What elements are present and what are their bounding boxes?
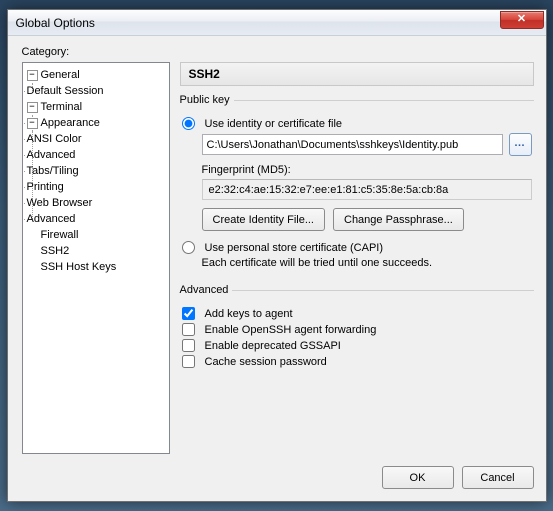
- advanced-group: Advanced Add keys to agent Enable OpenSS…: [180, 284, 534, 373]
- advanced-legend: Advanced: [180, 284, 233, 296]
- category-tree[interactable]: − General Default Session − Terminal: [22, 62, 170, 454]
- tree-item-ssh2[interactable]: SSH2: [27, 243, 167, 259]
- use-identity-radio[interactable]: [182, 117, 195, 130]
- tree-item-general[interactable]: − General: [27, 67, 167, 83]
- identity-path-input[interactable]: [202, 134, 503, 155]
- cache-pw-label: Cache session password: [205, 356, 327, 368]
- tree-item-default-session[interactable]: Default Session: [27, 83, 167, 99]
- tree-item-ansi-color[interactable]: ANSI Color: [27, 131, 167, 147]
- close-icon: ✕: [517, 13, 526, 25]
- publickey-group: Public key Use identity or certificate f…: [180, 94, 534, 274]
- tree-item-firewall[interactable]: Firewall: [27, 227, 167, 243]
- openssh-fwd-checkbox[interactable]: [182, 323, 195, 336]
- close-button[interactable]: ✕: [500, 11, 544, 29]
- publickey-legend: Public key: [180, 94, 234, 106]
- tree-item-terminal[interactable]: − Terminal: [27, 99, 167, 115]
- dialog-content: Category: − General Default Session: [8, 36, 546, 501]
- add-keys-checkbox[interactable]: [182, 307, 195, 320]
- cancel-button[interactable]: Cancel: [462, 466, 534, 489]
- use-capi-radio[interactable]: [182, 241, 195, 254]
- dialog-footer: OK Cancel: [22, 466, 534, 489]
- fingerprint-value: e2:32:c4:ae:15:32:e7:ee:e1:81:c5:35:8e:5…: [202, 179, 532, 200]
- titlebar[interactable]: Global Options ✕: [8, 10, 546, 36]
- global-options-dialog: Global Options ✕ Category: − General: [7, 9, 547, 502]
- category-label: Category:: [22, 46, 534, 58]
- ellipsis-icon: …: [514, 137, 526, 149]
- fingerprint-label: Fingerprint (MD5):: [202, 164, 291, 176]
- cache-pw-checkbox[interactable]: [182, 355, 195, 368]
- settings-panel: SSH2 Public key Use identity or certific…: [180, 62, 534, 454]
- window-title: Global Options: [16, 16, 500, 30]
- ok-button[interactable]: OK: [382, 466, 454, 489]
- tree-item-printing[interactable]: Printing: [27, 179, 167, 195]
- tree-item-ssh-host-keys[interactable]: SSH Host Keys: [27, 259, 167, 275]
- tree-item-appearance-advanced[interactable]: Advanced: [27, 147, 167, 163]
- use-capi-label: Use personal store certificate (CAPI): [205, 242, 384, 254]
- use-identity-label: Use identity or certificate file: [205, 118, 343, 130]
- gssapi-label: Enable deprecated GSSAPI: [205, 340, 341, 352]
- browse-button[interactable]: …: [509, 133, 532, 156]
- create-identity-button[interactable]: Create Identity File...: [202, 208, 326, 231]
- collapse-icon[interactable]: −: [27, 70, 38, 81]
- tree-item-terminal-advanced[interactable]: Advanced: [27, 211, 167, 227]
- collapse-icon[interactable]: −: [27, 118, 38, 129]
- panel-title: SSH2: [180, 62, 534, 86]
- change-passphrase-button[interactable]: Change Passphrase...: [333, 208, 464, 231]
- tree-item-tabs-tiling[interactable]: Tabs/Tiling: [27, 163, 167, 179]
- collapse-icon[interactable]: −: [27, 102, 38, 113]
- add-keys-label: Add keys to agent: [205, 308, 293, 320]
- capi-note: Each certificate will be tried until one…: [202, 257, 433, 269]
- gssapi-checkbox[interactable]: [182, 339, 195, 352]
- tree-item-appearance[interactable]: − Appearance: [27, 115, 167, 131]
- openssh-fwd-label: Enable OpenSSH agent forwarding: [205, 324, 377, 336]
- tree-item-web-browser[interactable]: Web Browser: [27, 195, 167, 211]
